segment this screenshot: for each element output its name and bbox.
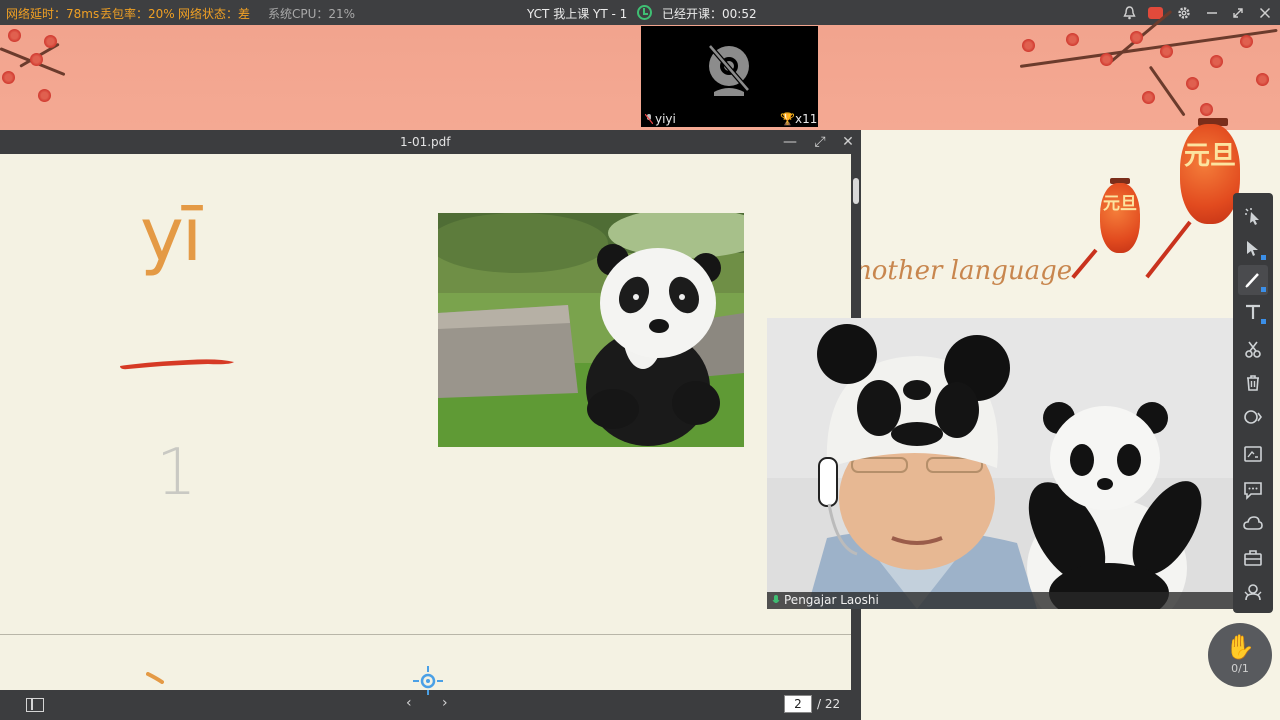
- close-icon[interactable]: [1256, 4, 1273, 21]
- mic-muted-icon: [645, 114, 653, 124]
- slide-header-band: [0, 9, 1280, 130]
- whiteboard-icon[interactable]: [1238, 439, 1268, 469]
- close-icon[interactable]: ✕: [838, 132, 858, 152]
- blossom: [1240, 35, 1253, 48]
- trophy-count: x11: [795, 112, 818, 126]
- student-camera-tile[interactable]: yiyi 🏆 x11: [641, 26, 818, 127]
- blossom: [1130, 31, 1143, 44]
- teacher-video-feed: [767, 318, 1233, 609]
- chat-icon[interactable]: [1238, 475, 1268, 505]
- pdf-file-name: 1-01.pdf: [400, 135, 451, 149]
- hanzi-yi-character: [120, 359, 234, 370]
- hand-raise-button[interactable]: ✋ 0/1: [1208, 623, 1272, 687]
- camera-off-icon: [708, 44, 750, 96]
- blossom: [1210, 55, 1223, 68]
- blossom: [1022, 39, 1035, 52]
- stroke-mark: [146, 672, 164, 684]
- clock-icon: [637, 5, 652, 20]
- teacher-video-tile[interactable]: Pengajar Laoshi: [767, 318, 1233, 609]
- shape-icon[interactable]: [1238, 402, 1268, 432]
- mic-icon: [772, 595, 780, 603]
- scissors-icon[interactable]: [1238, 334, 1268, 364]
- blossom: [1066, 33, 1079, 46]
- blossom: [2, 71, 15, 84]
- toolbox-icon[interactable]: [1238, 543, 1268, 573]
- lantern-text: 元旦: [1183, 141, 1236, 171]
- settings-icon[interactable]: [1175, 4, 1192, 21]
- blossom: [8, 29, 21, 42]
- scrollbar-thumb[interactable]: [853, 178, 859, 204]
- blossom: [1142, 91, 1155, 104]
- class-timer: 已经开课：00:52: [662, 7, 757, 21]
- teacher-name: Pengajar Laoshi: [784, 593, 879, 607]
- blossom: [38, 89, 51, 102]
- page-total: / 22: [817, 697, 841, 711]
- hand-raise-count: 0/1: [1231, 662, 1249, 675]
- trash-icon[interactable]: [1238, 368, 1268, 398]
- expand-icon[interactable]: ⤢: [810, 132, 830, 152]
- teacher-name-bar: Pengajar Laoshi: [767, 592, 1233, 609]
- minimize-icon[interactable]: —: [780, 132, 800, 152]
- page-number-input[interactable]: [784, 695, 812, 713]
- pinyin-text: yī: [140, 192, 202, 278]
- minimize-icon[interactable]: [1203, 4, 1220, 21]
- restore-icon[interactable]: [1229, 4, 1246, 21]
- chevron-right-icon[interactable]: ›: [442, 695, 448, 711]
- pdf-viewer-window[interactable]: 1-01.pdf — ⤢ ✕ yī 1 ‹ › 2 / 22: [0, 130, 861, 720]
- lantern-small: 元旦: [1100, 183, 1140, 253]
- blossom: [44, 35, 57, 48]
- cpu-stat: 系统CPU：21%: [268, 7, 356, 21]
- blossom: [30, 53, 43, 66]
- status-bar: 网络延时：78ms 丢包率：20% 网络状态：差 系统CPU：21% YCT 我…: [0, 0, 1280, 25]
- laser-pointer-icon: [413, 666, 443, 695]
- users-icon[interactable]: [1238, 577, 1268, 607]
- annotation-toolbar: [1233, 193, 1273, 613]
- pointer-icon[interactable]: [1238, 201, 1268, 231]
- blossom: [1160, 45, 1173, 58]
- panda-photo: [438, 213, 744, 447]
- bell-icon[interactable]: [1121, 4, 1138, 21]
- pen-icon[interactable]: [1238, 265, 1268, 295]
- blossom: [1186, 77, 1199, 90]
- pdf-titlebar[interactable]: 1-01.pdf — ⤢ ✕: [0, 130, 861, 154]
- hand-icon: ✋: [1225, 633, 1255, 661]
- text-icon[interactable]: [1238, 297, 1268, 327]
- numeral-text: 1: [156, 436, 197, 510]
- blossom: [1256, 73, 1269, 86]
- blossom: [1200, 103, 1213, 116]
- cloud-icon[interactable]: [1238, 509, 1268, 539]
- lantern-large: 元旦: [1180, 124, 1240, 224]
- network-status-stat: 网络状态：差: [178, 7, 251, 21]
- page-divider: [0, 634, 851, 635]
- thumbnail-panel-icon[interactable]: [26, 698, 44, 712]
- lantern-text: 元旦: [1103, 194, 1137, 214]
- latency-stat: 网络延时：78ms: [6, 7, 100, 21]
- packet-loss-stat: 丢包率：20%: [100, 7, 175, 21]
- blossom-branch: [1148, 65, 1186, 117]
- trophy-icon: 🏆: [780, 112, 795, 126]
- blossom-branch: [1019, 28, 1278, 68]
- blossom: [1100, 53, 1113, 66]
- chevron-left-icon[interactable]: ‹: [406, 695, 412, 711]
- pdf-page: yī 1: [0, 154, 851, 690]
- select-icon[interactable]: [1238, 233, 1268, 263]
- student-name: yiyi: [655, 112, 676, 126]
- slide-subtitle: nother language: [855, 256, 1073, 286]
- class-title: YCT 我上课 YT - 1: [527, 7, 628, 21]
